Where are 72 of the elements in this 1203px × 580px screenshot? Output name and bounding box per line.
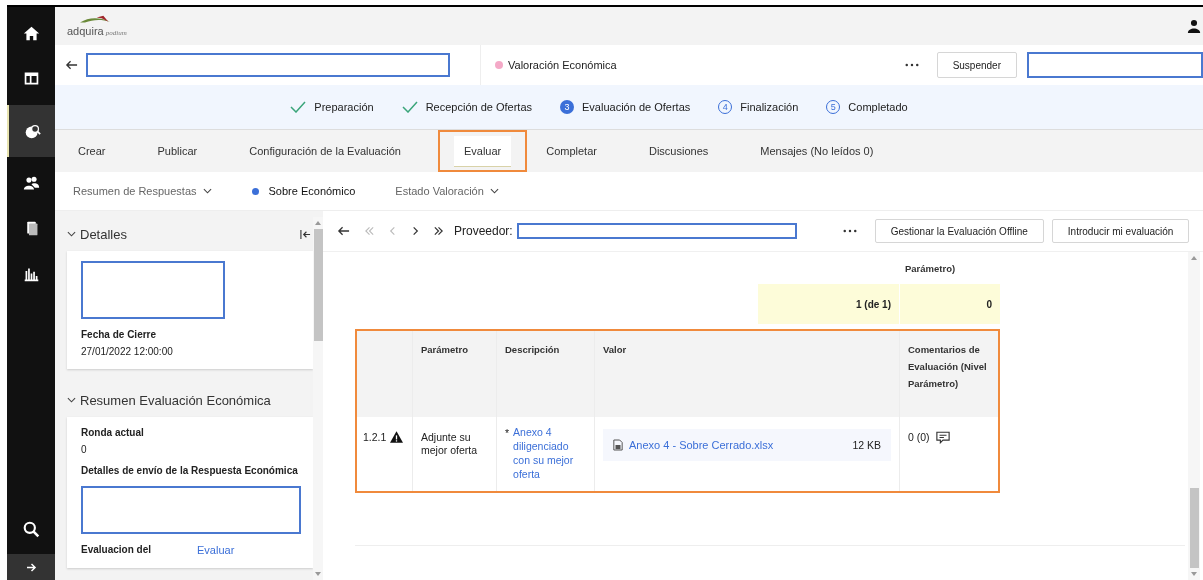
scrollbar[interactable] bbox=[1188, 252, 1200, 580]
expand-arrow-icon[interactable] bbox=[25, 562, 37, 572]
description-link[interactable]: Anexo 4 diligenciado con su mejor oferta bbox=[513, 425, 586, 491]
toolbar-button[interactable]: Gestionar la Evaluación Offline bbox=[874, 219, 1044, 243]
bar-chart-icon[interactable] bbox=[22, 265, 40, 282]
field-value: 0 bbox=[81, 444, 88, 455]
step-label: Recepción de Ofertas bbox=[425, 101, 533, 113]
status-dot bbox=[495, 61, 503, 69]
summary-cell: 1 (de 1) bbox=[758, 284, 900, 324]
comment-icon[interactable] bbox=[935, 431, 950, 444]
evaluate-link[interactable]: Evaluar bbox=[197, 544, 235, 556]
step-label: Finalización bbox=[740, 101, 799, 113]
bird-logo-icon bbox=[77, 15, 113, 25]
section-title[interactable]: Detalles bbox=[80, 226, 127, 242]
back-arrow-icon[interactable] bbox=[65, 60, 78, 70]
search-icon[interactable] bbox=[22, 521, 40, 538]
column-header: Comentarios de Evaluación (Nivel Parámetro) bbox=[907, 343, 988, 391]
tab[interactable]: Mensajes (No leídos 0) bbox=[750, 136, 884, 166]
users-icon[interactable] bbox=[22, 175, 40, 192]
last-page-icon[interactable] bbox=[433, 226, 444, 236]
more-icon[interactable] bbox=[904, 63, 919, 67]
collapse-panel-icon[interactable] bbox=[300, 228, 311, 240]
field-label: Detalles de envío de la Respuesta Económica bbox=[81, 465, 299, 476]
caret-icon[interactable] bbox=[489, 188, 499, 194]
tab[interactable]: Evaluar bbox=[453, 135, 512, 167]
supplier-label: Proveedor: bbox=[454, 224, 513, 238]
chevron-icon[interactable] bbox=[67, 231, 76, 237]
suspend-button[interactable]: Suspender bbox=[936, 52, 1017, 78]
comment-count: 0 (0) bbox=[908, 431, 930, 444]
file-link[interactable]: Anexo 4 - Sobre Cerrado.xlsx bbox=[629, 438, 774, 452]
step-label: Evaluación de Ofertas bbox=[582, 101, 691, 113]
subtab[interactable]: Resumen de Respuestas bbox=[73, 185, 212, 197]
status-label: Valoración Económica bbox=[508, 59, 617, 71]
toolbar-button[interactable]: Introducir mi evaluación bbox=[1051, 219, 1190, 243]
parameter-text: Adjunte su mejor oferta bbox=[421, 431, 478, 456]
tab[interactable]: Crear bbox=[68, 136, 116, 166]
next-icon[interactable] bbox=[410, 226, 421, 236]
summary-cell: 0 bbox=[900, 284, 1000, 324]
step-label: Completado bbox=[848, 101, 908, 113]
field-label: Evaluacion del bbox=[81, 544, 152, 556]
subtab[interactable]: Estado Valoración bbox=[395, 185, 499, 197]
tab[interactable]: Completar bbox=[536, 136, 607, 166]
field-label: Ronda actual bbox=[81, 427, 145, 438]
step-number: 3 bbox=[560, 100, 575, 114]
caret-icon[interactable] bbox=[202, 188, 212, 194]
item-number: 1.2.1 bbox=[363, 431, 387, 444]
tab[interactable]: Configuración de la Evaluación bbox=[239, 136, 411, 166]
tab[interactable]: Publicar bbox=[147, 136, 208, 166]
layout-icon[interactable] bbox=[22, 70, 40, 87]
globe-search-icon[interactable] bbox=[23, 122, 41, 140]
logo-text: adquira bbox=[67, 25, 104, 37]
file-size: 12 KB bbox=[852, 438, 881, 452]
back-arrow-icon[interactable] bbox=[337, 226, 350, 236]
subtab[interactable]: Sobre Económico bbox=[251, 185, 356, 197]
check-icon bbox=[401, 101, 418, 113]
column-header: Valor bbox=[595, 331, 900, 417]
attachment-item[interactable]: Anexo 4 - Sobre Cerrado.xlsx 12 KB bbox=[603, 429, 891, 461]
chevron-icon[interactable] bbox=[67, 397, 76, 403]
field-value: 27/01/2022 12:00:00 bbox=[81, 346, 174, 357]
more-icon[interactable] bbox=[842, 229, 857, 233]
required-mark: * bbox=[505, 426, 510, 441]
step-label: Preparación bbox=[314, 101, 374, 113]
home-icon[interactable] bbox=[22, 25, 40, 42]
section-title[interactable]: Resumen Evaluación Económica bbox=[80, 392, 271, 408]
user-icon[interactable] bbox=[1187, 19, 1201, 33]
file-icon bbox=[613, 439, 623, 451]
column-header: Parámetro) bbox=[905, 262, 956, 274]
column-header: Parámetro bbox=[413, 331, 497, 417]
column-header: Descripción bbox=[497, 331, 595, 417]
field-label: Fecha de Cierre bbox=[81, 329, 158, 340]
tab[interactable]: Discusiones bbox=[638, 136, 719, 166]
check-icon bbox=[290, 101, 307, 113]
